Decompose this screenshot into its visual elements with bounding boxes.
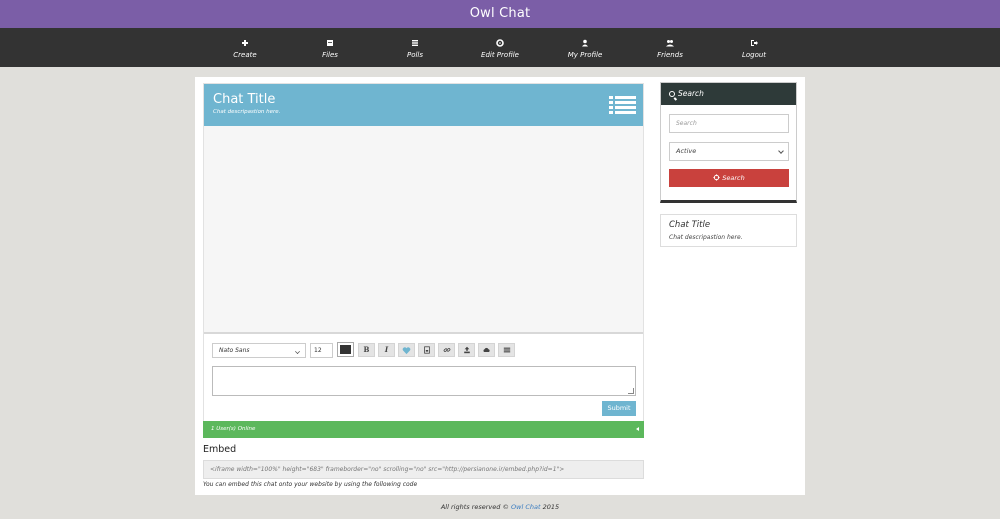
chat-panel: Chat Title Chat descripastion here. Nato… (203, 83, 644, 438)
upload-button[interactable] (458, 343, 475, 357)
italic-icon: I (384, 345, 389, 354)
crosshair-icon (713, 174, 720, 181)
nav-label: Files (322, 51, 338, 59)
nav-label: Logout (741, 51, 767, 59)
embed-code-field[interactable]: <iframe width="100%" height="683" frameb… (203, 460, 644, 479)
search-heading: Search (678, 89, 704, 98)
resize-handle[interactable] (628, 388, 634, 394)
search-input[interactable]: Search (669, 114, 789, 133)
users-icon (665, 38, 675, 48)
nav-item-polls[interactable]: Polls (375, 28, 455, 67)
options-button[interactable] (498, 343, 515, 357)
upload-icon (463, 346, 470, 354)
chevron-down-icon (295, 349, 300, 354)
cloud-icon (483, 347, 490, 352)
chat-info-description: Chat descripastion here. (669, 234, 743, 241)
embed-note: You can embed this chat onto your websit… (203, 481, 418, 488)
chat-info-panel: Chat Title Chat descripastion here. (660, 214, 797, 247)
user-icon (580, 38, 590, 48)
main-content: Chat Title Chat descripastion here. Nato… (195, 77, 805, 495)
list-icon (410, 38, 420, 48)
font-family-select[interactable]: Nato Sans (212, 343, 306, 358)
text-color-picker[interactable] (337, 342, 354, 357)
search-button[interactable]: Search (669, 169, 789, 187)
image-button[interactable] (418, 343, 435, 357)
search-panel-header: Search (661, 83, 796, 105)
font-size-stepper[interactable]: 12 (310, 343, 333, 358)
status-select-value: Active (676, 147, 697, 155)
nav-label: Polls (406, 51, 424, 59)
link-icon (443, 348, 450, 352)
nav-label: Friends (657, 51, 683, 59)
search-icon (669, 91, 675, 97)
heart-icon (402, 347, 411, 355)
nav-label: My Profile (567, 51, 603, 59)
nav-item-my-profile[interactable]: My Profile (545, 28, 625, 67)
file-icon (325, 38, 335, 48)
chat-title: Chat Title (213, 92, 276, 107)
nav-item-logout[interactable]: Logout (714, 28, 794, 67)
chevron-down-icon (778, 148, 784, 154)
chat-info-title: Chat Title (669, 220, 711, 230)
embed-heading: Embed (203, 444, 237, 455)
caret-left-icon (636, 427, 639, 431)
bold-button[interactable]: B (358, 343, 375, 357)
color-swatch (340, 345, 351, 354)
menu-icon (503, 347, 510, 353)
image-file-icon (423, 346, 430, 354)
cloud-button[interactable] (478, 343, 495, 357)
submit-button[interactable]: Submit (602, 401, 636, 416)
font-size-value: 12 (314, 347, 322, 354)
chat-header: Chat Title Chat descripastion here. (204, 84, 643, 126)
nav-item-files[interactable]: Files (290, 28, 370, 67)
emoji-button[interactable] (398, 343, 415, 357)
plus-icon (240, 38, 250, 48)
main-nav: Create Files Polls Edit Profile My Profi… (0, 28, 1000, 67)
link-button[interactable] (438, 343, 455, 357)
bold-icon: B (363, 345, 370, 354)
footer-link[interactable]: Owl Chat (511, 503, 541, 511)
gear-icon (495, 38, 505, 48)
font-family-value: Nato Sans (219, 347, 250, 354)
chat-list-icon[interactable] (609, 95, 636, 115)
nav-item-edit-profile[interactable]: Edit Profile (460, 28, 540, 67)
top-brand-bar: Owl Chat (0, 0, 1000, 28)
status-select[interactable]: Active (669, 142, 789, 161)
chat-description: Chat descripastion here. (213, 109, 281, 115)
nav-item-friends[interactable]: Friends (630, 28, 710, 67)
logout-icon (749, 38, 759, 48)
message-textarea[interactable] (212, 366, 636, 396)
search-panel: Search Search Active Search (660, 82, 797, 203)
footer: All rights reserved © Owl Chat 2015 (0, 503, 1000, 511)
app-title: Owl Chat (469, 6, 531, 21)
footer-text: All rights reserved © (440, 503, 512, 511)
nav-label: Create (233, 51, 257, 59)
nav-item-create[interactable]: Create (205, 28, 285, 67)
online-users-text: 1 User(s) Online (211, 426, 256, 432)
footer-year: 2015 (540, 503, 560, 511)
italic-button[interactable]: I (378, 343, 395, 357)
nav-label: Edit Profile (481, 51, 519, 59)
message-editor: Nato Sans 12 B I Submit (204, 332, 643, 422)
search-button-label: Search (722, 174, 745, 182)
online-users-bar[interactable]: 1 User(s) Online (203, 421, 644, 438)
